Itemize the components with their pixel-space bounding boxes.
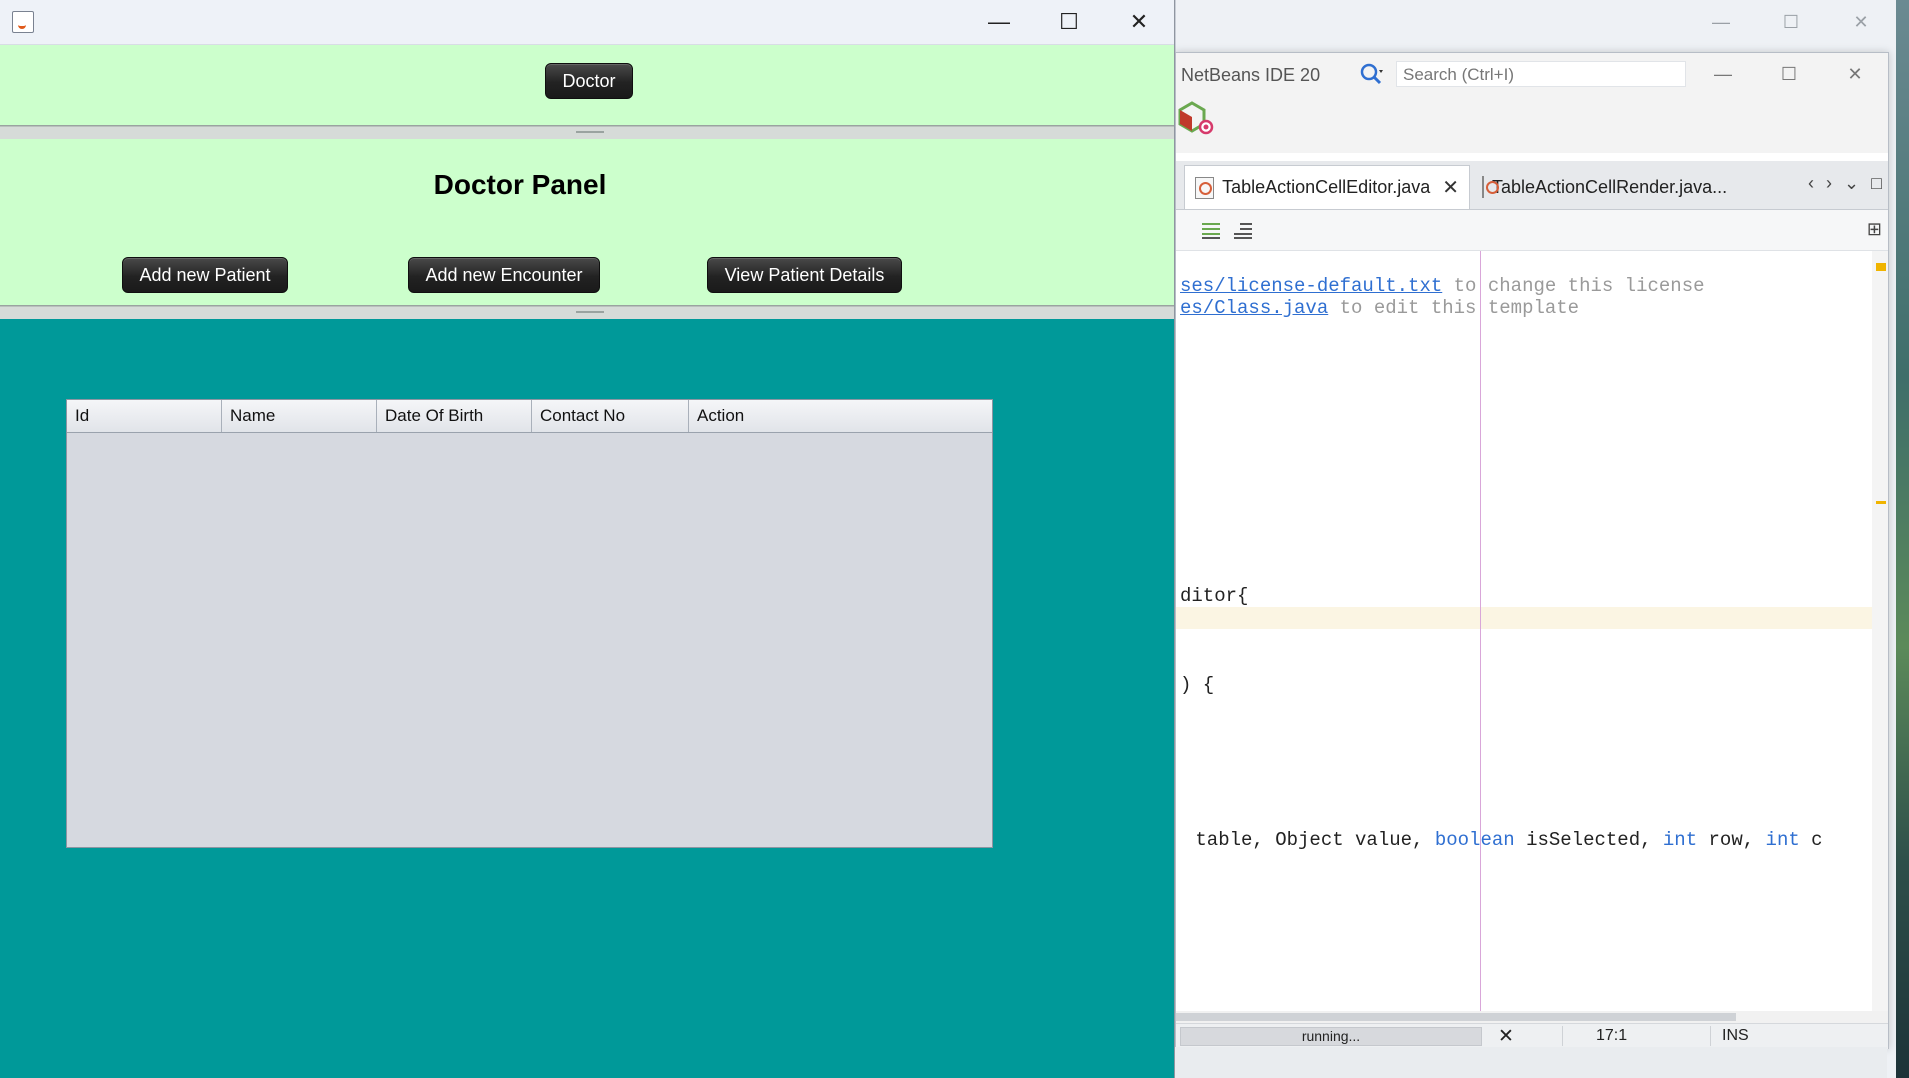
split-pane-divider[interactable] bbox=[0, 126, 1174, 140]
template-link[interactable]: es/Class.java bbox=[1180, 297, 1328, 319]
tab-navigation: ‹ › ⌄ □ bbox=[1808, 173, 1882, 194]
ide-titlebar: NetBeans IDE 20 Search (Ctrl+I) — ☐ ✕ bbox=[1176, 53, 1888, 95]
app-titlebar: — ☐ ✕ bbox=[0, 0, 1174, 45]
tab-label: TableActionCellEditor.java bbox=[1222, 177, 1431, 197]
maximize-editor-icon[interactable]: □ bbox=[1871, 173, 1882, 194]
status-separator bbox=[1562, 1026, 1563, 1046]
current-line-highlight bbox=[1176, 607, 1872, 629]
divider-grip[interactable] bbox=[576, 311, 604, 313]
warning-marker[interactable] bbox=[1876, 263, 1886, 271]
scrollbar-thumb[interactable] bbox=[1176, 1013, 1736, 1021]
cancel-task-icon[interactable]: ✕ bbox=[1498, 1025, 1514, 1048]
column-header-action[interactable]: Action bbox=[689, 400, 992, 432]
underlying-window-strip bbox=[1175, 1047, 1887, 1078]
uncomment-icon[interactable] bbox=[1232, 220, 1254, 240]
right-margin-guide bbox=[1480, 251, 1481, 1011]
ide-toolbar bbox=[1176, 95, 1888, 153]
editor-tabs: TableActionCellEditor.java ✕ TableAction… bbox=[1176, 161, 1888, 210]
code-editor[interactable]: ses/license-default.txt to change this l… bbox=[1176, 251, 1872, 1011]
tab-tableactioncelleditor[interactable]: TableActionCellEditor.java ✕ bbox=[1184, 165, 1470, 209]
code-token: c bbox=[1799, 829, 1823, 851]
close-icon[interactable]: ✕ bbox=[1104, 0, 1174, 44]
panel-title: Doctor Panel bbox=[433, 169, 607, 200]
close-tab-icon[interactable]: ✕ bbox=[1442, 175, 1459, 200]
maximize-icon[interactable]: ☐ bbox=[1756, 57, 1822, 91]
doctor-app-window: — ☐ ✕ Doctor Doctor Panel Add new Patien… bbox=[0, 0, 1175, 1078]
column-header-name[interactable]: Name bbox=[222, 400, 377, 432]
comment-icon[interactable] bbox=[1200, 220, 1222, 240]
keyword-token: int bbox=[1765, 829, 1800, 851]
app-caption-buttons: — ☐ ✕ bbox=[964, 0, 1174, 44]
code-line: es/Class.java to edit this template bbox=[1180, 297, 1579, 319]
close-icon[interactable]: ✕ bbox=[1822, 57, 1888, 91]
column-header-id[interactable]: Id bbox=[67, 400, 222, 432]
editor-toolbar: ⊞ bbox=[1176, 210, 1888, 251]
code-line: ses/license-default.txt to change this l… bbox=[1180, 275, 1705, 297]
status-separator bbox=[1710, 1026, 1711, 1046]
code-line: ditor{ bbox=[1180, 585, 1249, 607]
column-header-date-of-birth[interactable]: Date Of Birth bbox=[377, 400, 532, 432]
maximize-icon[interactable]: ☐ bbox=[1756, 8, 1826, 36]
ide-title: NetBeans IDE 20 bbox=[1181, 65, 1321, 85]
minimize-icon[interactable]: — bbox=[1690, 57, 1756, 91]
progress-bar: running... bbox=[1180, 1027, 1482, 1046]
minimize-icon[interactable]: — bbox=[1686, 8, 1756, 36]
insert-mode[interactable]: INS bbox=[1722, 1027, 1749, 1045]
add-new-patient-button[interactable]: Add new Patient bbox=[122, 257, 288, 293]
split-editor-icon[interactable]: ⊞ bbox=[1867, 219, 1882, 240]
comment-text: to edit this template bbox=[1328, 297, 1580, 319]
comment-text: to change this license bbox=[1442, 275, 1705, 297]
split-pane-divider[interactable] bbox=[0, 306, 1174, 320]
search-icon[interactable] bbox=[1359, 62, 1385, 86]
chevron-left-icon[interactable]: ‹ bbox=[1808, 173, 1814, 194]
code-token: row, bbox=[1697, 829, 1766, 851]
add-new-encounter-button[interactable]: Add new Encounter bbox=[408, 257, 600, 293]
netbeans-window: NetBeans IDE 20 Search (Ctrl+I) — ☐ ✕ Ta… bbox=[1175, 52, 1889, 1049]
divider-grip[interactable] bbox=[576, 131, 604, 133]
java-file-icon bbox=[1195, 176, 1215, 199]
ide-caption-buttons: — ☐ ✕ bbox=[1690, 57, 1888, 91]
table-header: Id Name Date Of Birth Contact No Action bbox=[67, 400, 992, 433]
chevron-right-icon[interactable]: › bbox=[1826, 173, 1832, 194]
background-window-caption: — ☐ ✕ bbox=[1686, 8, 1896, 36]
code-token: isSelected, bbox=[1514, 829, 1663, 851]
keyword-token: int bbox=[1662, 829, 1698, 851]
search-input[interactable]: Search (Ctrl+I) bbox=[1396, 61, 1686, 87]
horizontal-scrollbar[interactable] bbox=[1176, 1011, 1888, 1023]
tab-label: TableActionCellRender.java... bbox=[1492, 176, 1728, 197]
doctor-panel: Doctor Panel Add new Patient Add new Enc… bbox=[0, 139, 1174, 307]
netbeans-run-icon[interactable] bbox=[1178, 99, 1218, 139]
code-line: table, Object value, boolean isSelected,… bbox=[1184, 829, 1823, 851]
code-token: table, Object value, bbox=[1184, 829, 1435, 851]
status-bar: running... ✕ 17:1 INS bbox=[1176, 1023, 1888, 1049]
tab-tableactioncellrender[interactable]: TableActionCellRender.java... bbox=[1472, 165, 1727, 209]
java-file-icon bbox=[1482, 176, 1499, 198]
patient-table-panel: Id Name Date Of Birth Contact No Action bbox=[0, 319, 1174, 1078]
caret-position: 17:1 bbox=[1596, 1027, 1628, 1044]
chevron-down-icon[interactable]: ⌄ bbox=[1844, 173, 1859, 194]
code-line: ) { bbox=[1180, 674, 1215, 696]
doctor-header-panel: Doctor bbox=[0, 45, 1174, 127]
view-patient-details-button[interactable]: View Patient Details bbox=[707, 257, 902, 293]
keyword-token: boolean bbox=[1434, 829, 1515, 851]
current-line-marker[interactable] bbox=[1876, 501, 1886, 504]
license-link[interactable]: ses/license-default.txt bbox=[1180, 275, 1442, 297]
minimize-icon[interactable]: — bbox=[964, 0, 1034, 44]
java-app-icon[interactable] bbox=[12, 11, 34, 33]
error-stripe[interactable] bbox=[1872, 251, 1888, 1011]
column-header-contact-no[interactable]: Contact No bbox=[532, 400, 689, 432]
maximize-icon[interactable]: ☐ bbox=[1034, 0, 1104, 44]
patient-table[interactable]: Id Name Date Of Birth Contact No Action bbox=[66, 399, 993, 848]
close-icon[interactable]: ✕ bbox=[1826, 8, 1896, 36]
doctor-button[interactable]: Doctor bbox=[545, 63, 633, 99]
